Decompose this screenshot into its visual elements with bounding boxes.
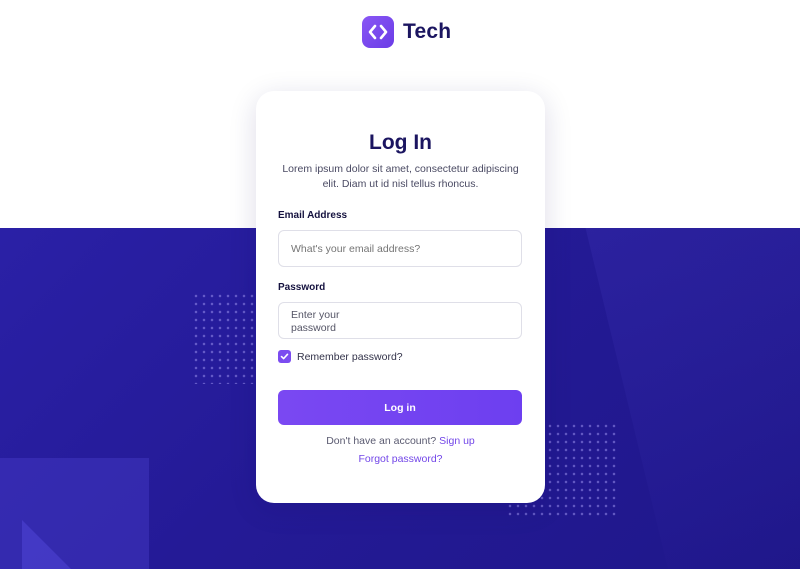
decorative-triangle: [22, 520, 82, 569]
signup-prompt: Don't have an account?: [326, 435, 437, 447]
password-field[interactable]: Enter your password: [278, 302, 522, 339]
login-button[interactable]: Log in: [278, 390, 522, 425]
signup-row: Don't have an account? Sign up: [256, 435, 545, 447]
brand-logo[interactable]: Tech: [362, 15, 451, 49]
forgot-row: Forgot password?: [256, 453, 545, 465]
decorative-dot-grid: [192, 292, 256, 384]
remember-password-label: Remember password?: [297, 350, 403, 363]
checkmark-icon: [280, 353, 289, 360]
email-field[interactable]: [278, 230, 522, 267]
email-label: Email Address: [278, 210, 348, 221]
login-subtitle: Lorem ipsum dolor sit amet, consectetur …: [282, 163, 519, 190]
page-title: Log In: [369, 131, 432, 154]
login-card: Log In Lorem ipsum dolor sit amet, conse…: [256, 91, 545, 503]
password-placeholder: Enter your password: [291, 309, 340, 334]
signup-link[interactable]: Sign up: [439, 435, 475, 447]
forgot-password-link[interactable]: Forgot password?: [358, 453, 442, 465]
password-label: Password: [278, 282, 326, 293]
remember-password-row[interactable]: Remember password?: [278, 350, 403, 363]
brand-name: Tech: [403, 20, 452, 43]
remember-password-checkbox[interactable]: [278, 350, 291, 363]
code-brackets-icon: [362, 16, 394, 48]
